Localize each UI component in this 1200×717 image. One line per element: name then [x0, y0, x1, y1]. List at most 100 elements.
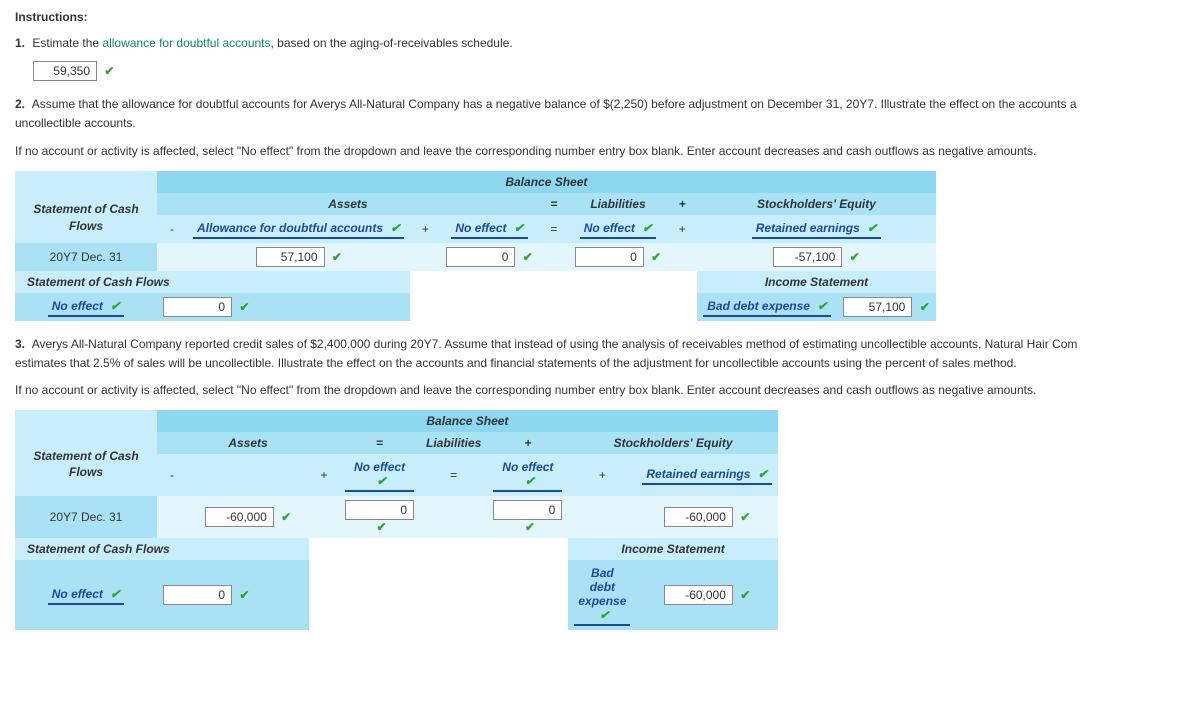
q3-text-a: Averys All-Natural Company reported cred…	[32, 337, 1078, 351]
bs1-dd-noeffect1-text: No effect	[455, 221, 506, 235]
check-icon: ✔	[376, 474, 386, 488]
check-icon: ✔	[104, 64, 114, 78]
bs2-cf-label: Statement of Cash Flows	[15, 432, 157, 496]
minus-sign: -	[157, 454, 187, 496]
q2-text-b: uncollectible accounts.	[15, 116, 136, 130]
bs2-scf-dd[interactable]: No effect ✔	[48, 585, 125, 605]
check-icon: ✔	[920, 300, 930, 314]
plus-sign: +	[309, 454, 339, 496]
bs2-col-liab: Liabilities	[420, 432, 487, 454]
q2-text-a: Assume that the allowance for doubtful a…	[32, 97, 1077, 111]
check-icon: ✔	[758, 467, 768, 481]
equals-sign: =	[420, 454, 487, 496]
bs2-scf-dd-text: No effect	[52, 587, 103, 601]
bs1-scf-title: Statement of Cash Flows	[15, 271, 410, 293]
bs2-input-noeffect1[interactable]: 0	[345, 500, 414, 520]
bs2-dd-noeffect1[interactable]: No effect ✔	[345, 458, 414, 492]
bs2-title: Balance Sheet	[157, 410, 778, 432]
bs2-input-retained[interactable]: -60,000	[664, 507, 733, 527]
check-icon: ✔	[599, 608, 609, 622]
bs2-date: 20Y7 Dec. 31	[15, 496, 157, 538]
equals-sign: =	[539, 215, 569, 243]
q1-number: 1.	[15, 36, 25, 50]
check-icon: ✔	[740, 588, 750, 602]
bs1-is-dd[interactable]: Bad debt expense ✔	[703, 297, 831, 317]
q2-number: 2.	[15, 97, 25, 111]
bs2-scf-input[interactable]: 0	[163, 585, 232, 605]
bs1-input-retained[interactable]: -57,100	[773, 247, 842, 267]
balance-sheet-1: Balance Sheet Statement of Cash Flows As…	[15, 171, 936, 321]
bs2-is-dd-text: Bad debt expense	[578, 566, 626, 608]
check-icon: ✔	[525, 474, 535, 488]
plus-sign: +	[487, 432, 568, 454]
bs2-input-noeffect2[interactable]: 0	[493, 500, 562, 520]
bs2-scf-title: Statement of Cash Flows	[15, 538, 309, 560]
bs1-scf-dd-text: No effect	[52, 299, 103, 313]
bs1-dd-retained-text: Retained earnings	[756, 221, 860, 235]
q3-text-b: estimates that 2.5% of sales will be unc…	[15, 356, 1017, 370]
check-icon: ✔	[332, 250, 342, 264]
plus-sign: +	[667, 215, 697, 243]
check-icon: ✔	[850, 250, 860, 264]
instructions-heading: Instructions:	[15, 10, 1185, 24]
bs2-dd-noeffect2-text: No effect	[502, 460, 553, 474]
q3-note: If no account or activity is affected, s…	[15, 381, 1185, 400]
equals-sign: =	[339, 432, 420, 454]
bs1-dd-noeffect2[interactable]: No effect ✔	[580, 219, 657, 239]
bs1-is-dd-text: Bad debt expense	[707, 299, 810, 313]
question-3: 3. Averys All-Natural Company reported c…	[15, 335, 1185, 373]
bs1-scf-dd[interactable]: No effect ✔	[48, 297, 125, 317]
bs1-cf-label: Statement of Cash Flows	[15, 193, 157, 243]
bs1-dd-retained[interactable]: Retained earnings ✔	[752, 219, 881, 239]
q1-answer-input[interactable]: 59,350	[33, 61, 97, 81]
check-icon: ✔	[110, 299, 120, 313]
bs2-input-allowance[interactable]: -60,000	[205, 507, 274, 527]
check-icon: ✔	[376, 520, 386, 534]
bs2-is-input[interactable]: -60,000	[664, 585, 733, 605]
check-icon: ✔	[642, 221, 652, 235]
q3-number: 3.	[15, 337, 25, 351]
check-icon: ✔	[817, 299, 827, 313]
minus-sign: -	[157, 215, 187, 243]
bs2-is-dd[interactable]: Bad debt expense ✔	[574, 564, 630, 626]
q2-note: If no account or activity is affected, s…	[15, 142, 1185, 161]
bs1-col-assets: Assets	[157, 193, 539, 215]
bs1-input-allowance[interactable]: 57,100	[256, 247, 325, 267]
bs1-col-se: Stockholders' Equity	[697, 193, 936, 215]
bs2-col-se: Stockholders' Equity	[568, 432, 777, 454]
plus-sign: +	[410, 215, 440, 243]
check-icon: ✔	[651, 250, 661, 264]
check-icon: ✔	[239, 588, 249, 602]
balance-sheet-2: Balance Sheet Statement of Cash Flows As…	[15, 410, 778, 630]
bs1-title: Balance Sheet	[157, 171, 936, 193]
plus-sign: +	[667, 193, 697, 215]
plus-sign: +	[568, 454, 636, 496]
bs2-dd-retained-text: Retained earnings	[646, 467, 750, 481]
bs2-dd-noeffect1-text: No effect	[354, 460, 405, 474]
bs1-input-noeffect2[interactable]: 0	[575, 247, 644, 267]
check-icon: ✔	[740, 510, 750, 524]
check-icon: ✔	[523, 250, 533, 264]
check-icon: ✔	[281, 510, 291, 524]
bs1-dd-allowance-text: Allowance for doubtful accounts	[197, 221, 383, 235]
bs2-col-assets: Assets	[157, 432, 339, 454]
bs1-dd-noeffect2-text: No effect	[584, 221, 635, 235]
bs1-dd-allowance[interactable]: Allowance for doubtful accounts ✔	[193, 219, 404, 239]
bs2-dd-noeffect2[interactable]: No effect ✔	[493, 458, 562, 492]
bs1-is-input[interactable]: 57,100	[843, 297, 912, 317]
check-icon: ✔	[110, 587, 120, 601]
bs1-input-noeffect1[interactable]: 0	[446, 247, 515, 267]
bs2-dd-retained[interactable]: Retained earnings ✔	[642, 465, 771, 485]
question-1: 1. Estimate the allowance for doubtful a…	[15, 34, 1185, 53]
equals-sign: =	[539, 193, 569, 215]
q1-pre: Estimate the	[32, 36, 102, 50]
q1-post: , based on the aging-of-receivables sche…	[271, 36, 513, 50]
check-icon: ✔	[525, 520, 535, 534]
check-icon: ✔	[390, 221, 400, 235]
bs1-scf-input[interactable]: 0	[163, 297, 232, 317]
bs1-dd-noeffect1[interactable]: No effect ✔	[451, 219, 528, 239]
bs1-is-title: Income Statement	[697, 271, 936, 293]
q1-link-term[interactable]: allowance for doubtful accounts	[102, 36, 270, 50]
question-2: 2. Assume that the allowance for doubtfu…	[15, 95, 1185, 133]
check-icon: ✔	[239, 300, 249, 314]
